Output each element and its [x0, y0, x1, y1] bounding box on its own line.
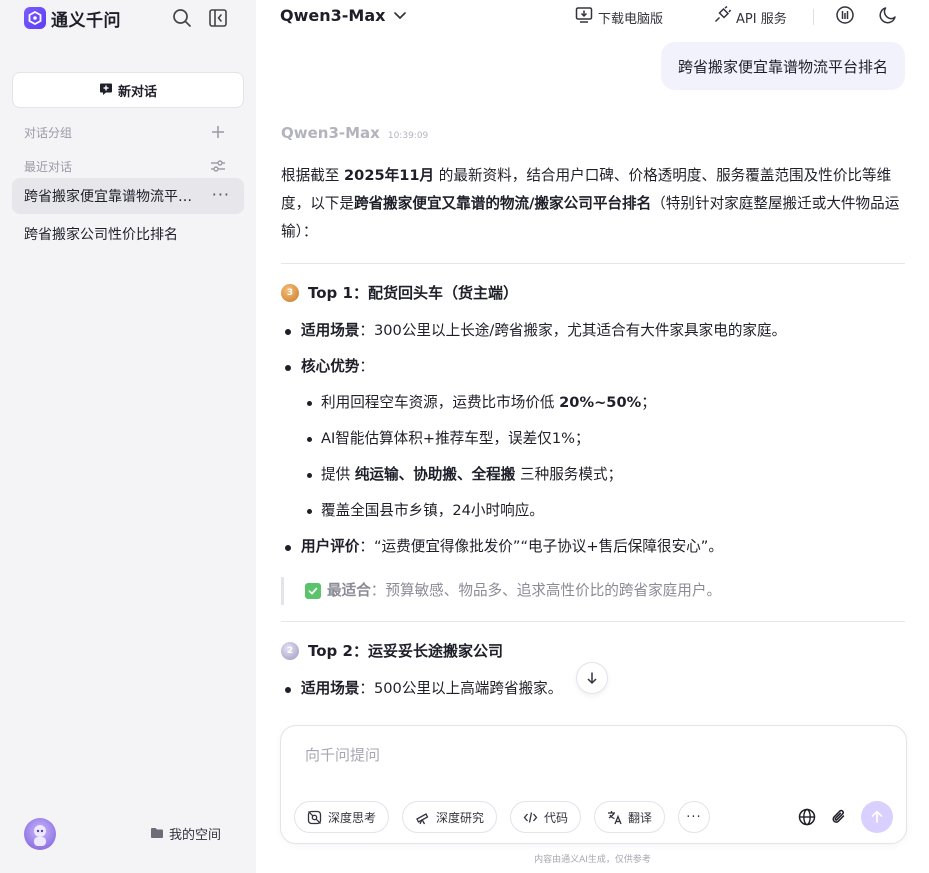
collapse-sidebar-icon[interactable]	[207, 7, 229, 29]
section-heading-top2: 2 Top 2：运妥妥长途搬家公司	[281, 637, 905, 665]
more-options-icon[interactable]: ···	[212, 187, 230, 203]
user-message-bubble: 跨省搬家便宜靠谱物流平台排名	[660, 42, 905, 90]
conversation-title: 跨省搬家便宜靠谱物流平台排名	[24, 189, 196, 205]
ai-disclaimer: 内容由通义AI生成，仅供参考	[534, 855, 651, 865]
answer-meta: Qwen3-Max 10:39:09	[281, 124, 428, 142]
moon-icon[interactable]	[878, 5, 898, 25]
list-item: 用户评价：“运费便宜得像批发价”“电子协议+售后保障很安心”。	[281, 529, 905, 565]
conversation-item-active[interactable]: 跨省搬家便宜靠谱物流平台排名 ···	[12, 178, 244, 214]
new-chat-label: 新对话	[117, 84, 157, 100]
model-selector[interactable]: Qwen3-Max	[280, 6, 407, 25]
logo-icon	[24, 7, 46, 29]
download-icon	[575, 6, 593, 28]
telescope-icon	[416, 812, 429, 824]
bronze-medal-icon: 3	[281, 284, 299, 302]
sub-list-item: 利用回程空车资源，运费比市场价低 20%~50%；	[281, 385, 905, 421]
arrow-down-icon	[587, 672, 597, 685]
add-group-icon[interactable]	[210, 124, 226, 140]
assistant-answer: 根据截至 2025年11月 的最新资料，结合用户口碑、价格透明度、服务覆盖范围及…	[281, 162, 905, 707]
sub-list-item: AI智能估算体积+推荐车型，误差仅1%；	[281, 421, 905, 457]
recent-label: 最近对话	[24, 160, 73, 174]
code-chip[interactable]: 代码	[510, 801, 582, 833]
brand-name: 通义千问	[51, 10, 121, 31]
brand[interactable]: 通义千问	[24, 6, 121, 31]
scroll-to-bottom-button[interactable]	[576, 662, 608, 694]
more-tools-button[interactable]: ···	[678, 801, 710, 833]
sidebar: 通义千问 新对话 对话分组 最近对话 跨省搬家便宜靠谱物流平台排名 ··· 跨省…	[0, 0, 256, 873]
message-composer: 深度思考 深度研究 代码 翻译 ···	[280, 725, 907, 844]
my-space-label: 我的空间	[169, 828, 222, 843]
more-icon: ···	[686, 809, 702, 825]
app-window: 通义千问 新对话 对话分组 最近对话 跨省搬家便宜靠谱物流平台排名 ··· 跨省…	[0, 0, 929, 873]
deep-research-chip[interactable]: 深度研究	[402, 801, 498, 833]
search-icon[interactable]	[171, 7, 193, 29]
answer-timestamp: 10:39:09	[387, 131, 429, 141]
translate-chip[interactable]: 翻译	[594, 801, 666, 833]
download-desktop-button[interactable]: 下载电脑版	[575, 6, 663, 28]
conversation-title: 跨省搬家公司性价比排名	[24, 227, 178, 243]
theme-contrast-icon[interactable]	[835, 5, 855, 25]
sub-list-item: 提供 纯运输、协助搬、全程搬 三种服务模式；	[281, 457, 905, 493]
conversation-item[interactable]: 跨省搬家公司性价比排名	[12, 216, 244, 252]
groups-label: 对话分组	[24, 126, 73, 140]
arrow-up-icon	[871, 810, 883, 823]
translate-icon	[608, 810, 622, 824]
code-icon	[523, 811, 538, 823]
send-button[interactable]	[861, 801, 893, 833]
deep-thinking-chip[interactable]: 深度思考	[294, 801, 390, 833]
api-plug-icon	[713, 5, 732, 28]
chip-label: 深度研究	[436, 810, 485, 825]
globe-icon[interactable]	[791, 801, 823, 833]
new-chat-button[interactable]: 新对话	[12, 72, 244, 108]
brain-icon	[307, 810, 322, 824]
user-avatar[interactable]	[24, 818, 56, 850]
blockquote: 最适合：预算敏感、物品多、追求高性价比的跨省家庭用户。	[281, 577, 905, 605]
api-label: API 服务	[736, 11, 787, 27]
chip-label: 代码	[544, 810, 569, 825]
check-icon	[305, 583, 321, 599]
chevron-down-icon	[393, 6, 407, 25]
chip-label: 翻译	[628, 810, 653, 825]
chip-label: 深度思考	[328, 810, 377, 825]
chat-main: Qwen3-Max 下载电脑版 API 服务 跨省搬家便宜靠谱物流平台排名 Qw…	[256, 0, 929, 873]
new-chat-icon	[99, 81, 113, 100]
filter-settings-icon[interactable]	[210, 158, 226, 174]
sub-list-item: 覆盖全国县市乡镇，24小时响应。	[281, 493, 905, 529]
my-space-button[interactable]: 我的空间	[150, 824, 221, 843]
divider	[281, 621, 905, 622]
list-item: 核心优势：	[281, 349, 905, 385]
model-name: Qwen3-Max	[280, 6, 386, 25]
api-service-button[interactable]: API 服务	[713, 5, 787, 28]
user-message-text: 跨省搬家便宜靠谱物流平台排名	[677, 57, 888, 76]
download-label: 下载电脑版	[598, 11, 664, 27]
answer-intro-paragraph: 根据截至 2025年11月 的最新资料，结合用户口碑、价格透明度、服务覆盖范围及…	[281, 167, 900, 240]
section-heading-top1: 3 Top 1：配货回头车（货主端）	[281, 279, 905, 307]
header-divider	[813, 9, 814, 25]
paperclip-icon[interactable]	[823, 801, 855, 833]
divider	[281, 263, 905, 264]
folder-icon	[150, 824, 164, 843]
list-item: 适用场景：300公里以上长途/跨省搬家，尤其适合有大件家具家电的家庭。	[281, 313, 905, 349]
answer-model-name: Qwen3-Max	[281, 124, 380, 142]
message-input[interactable]	[305, 746, 865, 764]
silver-medal-icon: 2	[281, 642, 299, 660]
